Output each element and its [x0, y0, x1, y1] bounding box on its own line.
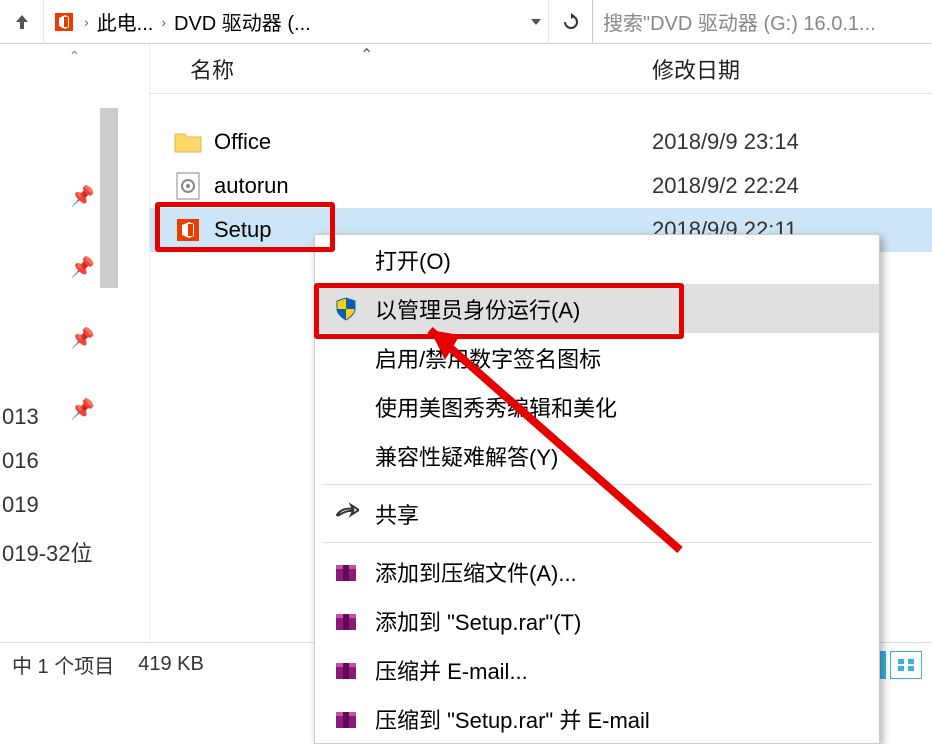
office-icon: [52, 10, 76, 34]
ctx-compat[interactable]: 兼容性疑难解答(Y): [315, 431, 879, 480]
pin-icon: 📌: [70, 255, 95, 280]
file-row-autorun[interactable]: autorun 2018/9/2 22:24: [150, 164, 932, 208]
ctx-add-compress[interactable]: 添加到压缩文件(A)...: [315, 547, 879, 596]
nav-pane: ⌃ 📌 📌 📌 📌 013 016 019 019-32位: [0, 44, 150, 642]
address-dropdown[interactable]: [524, 15, 548, 29]
file-row-office[interactable]: Office 2018/9/9 23:14: [150, 120, 932, 164]
column-name[interactable]: 名称 ⌃: [150, 53, 652, 85]
blank-icon: [331, 441, 361, 471]
file-name: autorun: [214, 173, 652, 199]
scrollbar-thumb[interactable]: [100, 108, 118, 288]
sidebar-item[interactable]: 019: [2, 492, 93, 518]
column-headers: 名称 ⌃ 修改日期: [150, 44, 932, 94]
folder-icon: [170, 127, 206, 157]
file-name: Office: [214, 129, 652, 155]
ctx-add-rar[interactable]: 添加到 "Setup.rar"(T): [315, 596, 879, 645]
ctx-run-as-admin[interactable]: 以管理员身份运行(A): [315, 284, 879, 333]
archive-icon: [331, 606, 361, 636]
share-icon: [331, 499, 361, 529]
refresh-button[interactable]: [548, 0, 592, 44]
sort-indicator-icon: ⌃: [360, 45, 373, 65]
archive-icon: [331, 655, 361, 685]
chevron-right-icon: ›: [82, 14, 91, 30]
inf-file-icon: [170, 171, 206, 201]
ctx-compress-email[interactable]: 压缩并 E-mail...: [315, 645, 879, 694]
ctx-enable-sig[interactable]: 启用/禁用数字签名图标: [315, 333, 879, 382]
file-date: 2018/9/2 22:24: [652, 173, 932, 199]
chevron-right-icon: ›: [159, 14, 168, 30]
pin-icon: 📌: [70, 326, 95, 351]
ctx-meitu[interactable]: 使用美图秀秀编辑和美化: [315, 382, 879, 431]
blank-icon: [331, 245, 361, 275]
blank-icon: [331, 392, 361, 422]
sidebar-item[interactable]: 016: [2, 448, 93, 474]
menu-separator: [323, 542, 871, 543]
office-setup-icon: [170, 215, 206, 245]
menu-separator: [323, 484, 871, 485]
breadcrumb-item[interactable]: 此电...: [97, 7, 154, 36]
search-input[interactable]: 搜索"DVD 驱动器 (G:) 16.0.1...: [592, 0, 932, 44]
archive-icon: [331, 704, 361, 734]
status-size: 419 KB: [138, 653, 204, 676]
view-icons-button[interactable]: [890, 651, 922, 679]
context-menu: 打开(O) 以管理员身份运行(A) 启用/禁用数字签名图标 使用美图秀秀编辑和美…: [314, 234, 880, 744]
up-button[interactable]: [0, 0, 44, 44]
status-selection: 中 1 个项目: [12, 650, 114, 679]
ctx-share[interactable]: 共享: [315, 489, 879, 538]
breadcrumb-item[interactable]: DVD 驱动器 (...: [174, 7, 311, 36]
search-placeholder: 搜索"DVD 驱动器 (G:) 16.0.1...: [603, 7, 876, 36]
shield-icon: [331, 294, 361, 324]
address-bar: › 此电... › DVD 驱动器 (... 搜索"DVD 驱动器 (G:) 1…: [0, 0, 932, 44]
breadcrumb[interactable]: › 此电... › DVD 驱动器 (...: [44, 7, 524, 36]
file-date: 2018/9/9 23:14: [652, 129, 932, 155]
sidebar-item[interactable]: 013: [2, 404, 93, 430]
archive-icon: [331, 557, 361, 587]
blank-icon: [331, 343, 361, 373]
sidebar-item[interactable]: 019-32位: [2, 536, 93, 568]
pin-icon: 📌: [70, 184, 95, 209]
ctx-compress-rar-email[interactable]: 压缩到 "Setup.rar" 并 E-mail: [315, 694, 879, 743]
column-date[interactable]: 修改日期: [652, 53, 932, 85]
scroll-up-icon[interactable]: ⌃: [0, 44, 149, 68]
ctx-open[interactable]: 打开(O): [315, 235, 879, 284]
